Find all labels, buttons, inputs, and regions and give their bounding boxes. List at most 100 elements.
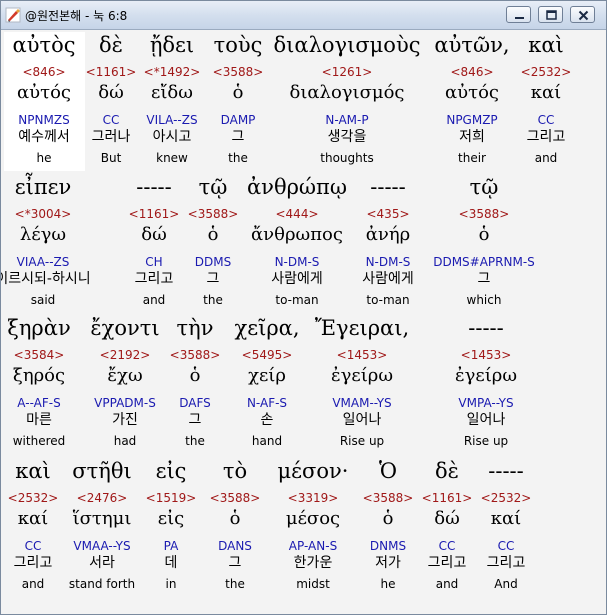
word-greek[interactable]: τῷ [470, 174, 499, 200]
word-lemma: ὁ [229, 508, 241, 529]
word-english: hand [251, 434, 283, 448]
word-morph: VILA--ZS [146, 113, 198, 127]
word-greek[interactable]: τὴν [177, 315, 214, 341]
word-korean: 데 [164, 555, 178, 571]
word-english: Rise up [339, 434, 385, 448]
word-greek[interactable]: τῷ [199, 174, 228, 200]
word-korean: 그 [477, 271, 491, 287]
word-greek[interactable]: ἔχοντι [90, 315, 159, 341]
word-strong: <2532> [480, 491, 532, 505]
word-lemma: εἰς [157, 508, 185, 529]
word-morph: N-DM-S [274, 255, 320, 269]
word-greek[interactable]: ἀνθρώπῳ [247, 174, 347, 200]
word-greek[interactable]: τοὺς [214, 32, 263, 58]
word-lemma: ὁ [478, 224, 490, 245]
word-strong: <*3004> [14, 207, 72, 221]
word-lemma: λέγω [19, 224, 67, 245]
word-strong: <2532> [7, 491, 59, 505]
word-greek[interactable]: Ἔγειραι, [315, 315, 409, 341]
word-greek[interactable]: καὶ [528, 32, 564, 58]
word-korean: 그 [188, 412, 202, 428]
word-lemma: ἔχω [107, 365, 143, 386]
word-lemma: ὁ [382, 508, 394, 529]
word-english: knew [156, 151, 188, 165]
word-lemma: ὁ [189, 365, 201, 386]
word-greek[interactable]: αὐτὸς [13, 32, 76, 58]
word-morph: A--AF-S [17, 396, 61, 410]
word-greek[interactable]: μέσον· [278, 458, 349, 484]
word-korean: 일어나 [466, 412, 506, 428]
word-morph: VMAM--YS [332, 396, 392, 410]
word-greek[interactable]: ----- [136, 174, 171, 200]
close-button[interactable] [570, 6, 595, 23]
maximize-button[interactable] [538, 6, 563, 23]
word-english: stand forth [68, 577, 136, 591]
word-greek[interactable]: τὸ [223, 458, 247, 484]
word-english: the [225, 577, 245, 591]
word-korean: 그 [206, 271, 220, 287]
word-korean: 그러나 [91, 129, 131, 145]
word-lemma: μέσος [285, 508, 341, 529]
word-strong: <3588> [362, 491, 414, 505]
maximize-icon [546, 10, 557, 20]
word-strong: <*1492> [143, 65, 201, 79]
word-strong: <3588> [187, 207, 239, 221]
word-greek[interactable]: ----- [488, 458, 523, 484]
word-english: withered [12, 434, 66, 448]
word-korean: 서라 [89, 555, 115, 571]
word-english: the [203, 293, 223, 307]
word-morph: VMAA--YS [73, 539, 131, 553]
word-greek[interactable]: δὲ [99, 32, 123, 58]
word-english: midst [296, 577, 330, 591]
word-korean: 그리고 [486, 555, 526, 571]
word-korean: 예수께서 [18, 129, 70, 145]
word-strong: <1161> [421, 491, 473, 505]
word-greek[interactable]: εἶπεν [15, 174, 72, 200]
word-lemma: αὐτός [17, 82, 71, 103]
word-lemma: αὐτός [445, 82, 499, 103]
word-english: had [113, 434, 137, 448]
word-greek[interactable]: Ὁ [379, 458, 397, 484]
word-greek[interactable]: χεῖρα, [234, 315, 299, 341]
word-strong: <3588> [212, 65, 264, 79]
word-morph: VIAA--ZS [16, 255, 70, 269]
word-greek[interactable]: διαλογισμοὺς [274, 32, 421, 58]
word-strong: <1519> [145, 491, 197, 505]
word-strong: <1453> [460, 348, 512, 362]
word-strong: <1453> [336, 348, 388, 362]
word-english: the [185, 434, 205, 448]
word-greek[interactable]: εἰς [156, 458, 187, 484]
word-greek[interactable]: στῆθι [72, 458, 131, 484]
word-greek[interactable]: ᾔδει [150, 32, 194, 58]
word-korean: 아시고 [152, 129, 192, 145]
word-greek[interactable]: ξηρὰν [7, 315, 70, 341]
minimize-button[interactable] [506, 6, 531, 23]
word-greek[interactable]: καὶ [15, 458, 51, 484]
word-korean: 일어나 [342, 412, 382, 428]
word-morph: CC [537, 113, 555, 127]
close-icon [578, 10, 589, 21]
word-morph: DANS [218, 539, 252, 553]
word-morph: AP-AN-S [288, 539, 338, 553]
word-morph: VMPA--YS [458, 396, 514, 410]
word-korean: 한가운 [293, 555, 333, 571]
word-greek[interactable]: ----- [468, 315, 503, 341]
title-bar[interactable]: @원전본해 - 눅 6:8 [1, 1, 606, 30]
word-morph: PA [163, 539, 179, 553]
word-english: said [30, 293, 56, 307]
word-strong: <2476> [76, 491, 128, 505]
word-english: their [458, 151, 486, 165]
word-greek[interactable]: ----- [370, 174, 405, 200]
word-greek[interactable]: αὐτῶν, [434, 32, 509, 58]
word-english: he [36, 151, 52, 165]
word-english: he [380, 577, 396, 591]
word-korean: 그 [228, 555, 242, 571]
word-korean: 그리고 [13, 555, 53, 571]
word-english: But [100, 151, 122, 165]
word-english: the [228, 151, 248, 165]
word-lemma: ὁ [232, 82, 244, 103]
word-korean: 이르시되-하시니 [1, 271, 91, 287]
word-morph: NPNMZS [18, 113, 70, 127]
interlinear-content[interactable]: αὐτὸς <846> αὐτός NPNMZS 예수께서 he δὲ <1161> δώ CC 그… [1, 30, 606, 614]
word-greek[interactable]: δὲ [435, 458, 459, 484]
